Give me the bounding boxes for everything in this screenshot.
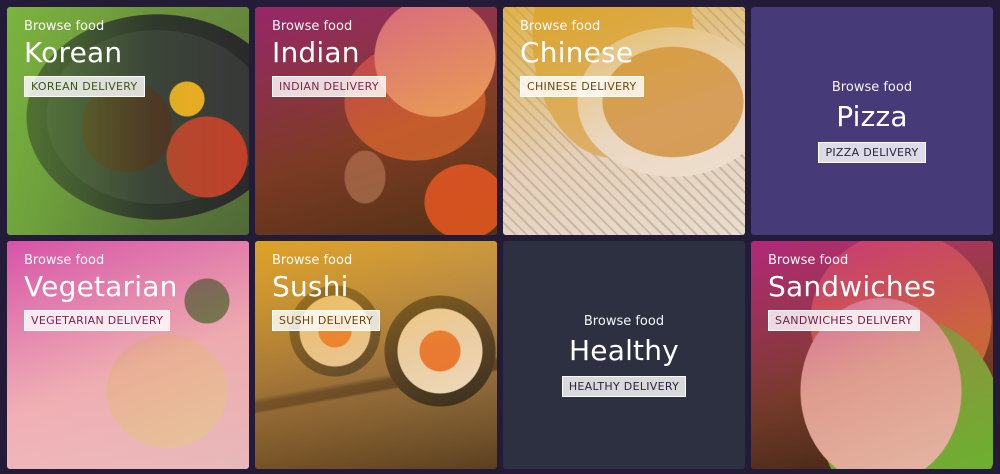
tile-sandwiches[interactable]: Browse food Sandwiches SANDWICHES DELIVE… xyxy=(751,241,993,469)
browse-food-label: Browse food xyxy=(768,253,849,268)
cuisine-title: Sushi xyxy=(272,270,349,303)
browse-food-label: Browse food xyxy=(24,253,105,268)
cuisine-grid: Browse food Korean KOREAN DELIVERY Brows… xyxy=(0,0,1000,474)
cuisine-title: Indian xyxy=(272,36,360,69)
delivery-badge[interactable]: SUSHI DELIVERY xyxy=(272,310,381,331)
cuisine-title: Pizza xyxy=(836,99,908,133)
browse-food-label: Browse food xyxy=(583,313,665,329)
delivery-badge[interactable]: INDIAN DELIVERY xyxy=(272,76,386,97)
cuisine-title: Sandwiches xyxy=(768,270,937,303)
delivery-badge[interactable]: VEGETARIAN DELIVERY xyxy=(24,310,171,331)
cuisine-title: Vegetarian xyxy=(24,270,178,303)
tile-chinese[interactable]: Browse food Chinese CHINESE DELIVERY xyxy=(503,7,745,235)
delivery-badge[interactable]: KOREAN DELIVERY xyxy=(24,76,145,97)
cuisine-title: Healthy xyxy=(569,333,679,367)
delivery-badge[interactable]: PIZZA DELIVERY xyxy=(818,141,926,163)
delivery-badge[interactable]: HEALTHY DELIVERY xyxy=(561,375,687,397)
browse-food-label: Browse food xyxy=(272,253,353,268)
delivery-badge[interactable]: SANDWICHES DELIVERY xyxy=(768,310,920,331)
cuisine-title: Chinese xyxy=(520,36,634,69)
browse-food-label: Browse food xyxy=(24,19,105,34)
tile-sushi[interactable]: Browse food Sushi SUSHI DELIVERY xyxy=(255,241,497,469)
cuisine-title: Korean xyxy=(24,36,123,69)
tile-healthy[interactable]: Browse food Healthy HEALTHY DELIVERY xyxy=(503,241,745,469)
browse-food-label: Browse food xyxy=(831,79,913,95)
tile-indian[interactable]: Browse food Indian INDIAN DELIVERY xyxy=(255,7,497,235)
tile-korean[interactable]: Browse food Korean KOREAN DELIVERY xyxy=(7,7,249,235)
browse-food-label: Browse food xyxy=(520,19,601,34)
tile-pizza[interactable]: Browse food Pizza PIZZA DELIVERY xyxy=(751,7,993,235)
browse-food-label: Browse food xyxy=(272,19,353,34)
delivery-badge[interactable]: CHINESE DELIVERY xyxy=(520,76,644,97)
tile-vegetarian[interactable]: Browse food Vegetarian VEGETARIAN DELIVE… xyxy=(7,241,249,469)
